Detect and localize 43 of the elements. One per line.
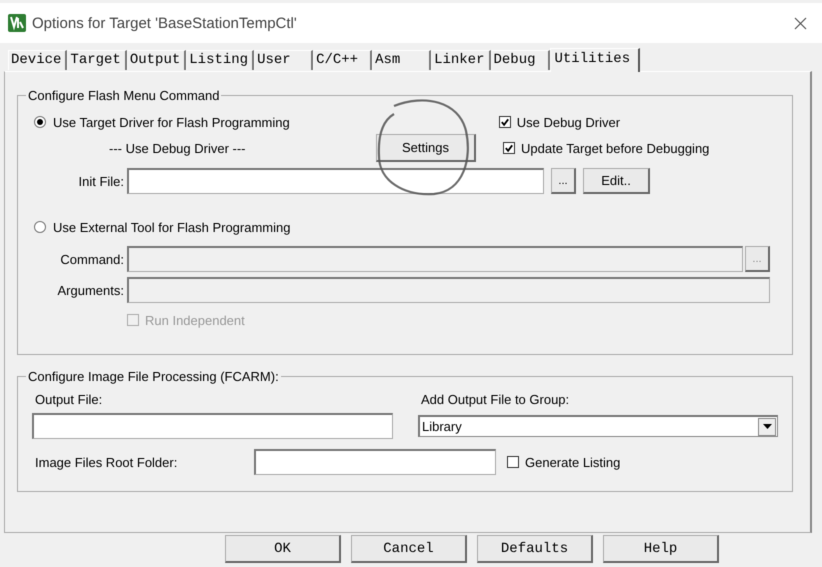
field-label: Add Output File to Group: <box>420 392 570 407</box>
app-logo-icon <box>8 14 26 32</box>
checkbox[interactable] <box>503 142 515 154</box>
dialog-button[interactable]: OK <box>225 535 341 563</box>
tab[interactable]: Linker <box>431 50 490 70</box>
tab[interactable]: Asm <box>372 50 432 70</box>
checkbox-label: Update Target before Debugging <box>521 140 710 156</box>
checkbox[interactable] <box>507 456 519 468</box>
tab[interactable]: Device <box>8 50 68 70</box>
group-dropdown[interactable]: Library <box>418 415 778 437</box>
radio-button[interactable] <box>34 221 46 233</box>
checkbox-label: Use Debug Driver <box>516 114 620 130</box>
field-label: Init File: <box>77 174 125 188</box>
driver-label: --- Use Debug Driver --- <box>109 140 247 156</box>
browse-button[interactable]: ... <box>551 168 576 194</box>
dialog-button[interactable]: Help <box>603 535 719 563</box>
tab[interactable]: Output <box>126 50 186 70</box>
init-file-field[interactable] <box>127 168 544 194</box>
dialog-button[interactable]: Defaults <box>477 535 593 563</box>
output-file-field[interactable] <box>32 413 393 439</box>
dialog-button[interactable]: Cancel <box>351 535 467 563</box>
checkbox[interactable] <box>498 116 511 128</box>
checkbox-label: Generate Listing <box>525 454 620 470</box>
settings-button[interactable]: Settings <box>376 134 476 162</box>
tab[interactable]: Utilities <box>550 48 640 72</box>
field-label: Output File: <box>34 392 104 407</box>
close-icon[interactable] <box>794 16 807 30</box>
radio-button[interactable] <box>34 116 46 128</box>
window-title: Options for Target 'BaseStationTempCtl' <box>32 14 298 32</box>
radio-label: Use Target Driver for Flash Programming <box>53 114 290 130</box>
root-folder-field[interactable] <box>254 449 496 475</box>
tab[interactable]: Target <box>67 50 127 70</box>
field-label: Arguments: <box>56 282 125 298</box>
group-title: Configure Image File Processing (FCARM): <box>27 369 280 384</box>
tab[interactable]: Listing <box>186 50 254 70</box>
field-label: Command: <box>59 252 125 266</box>
edit-button[interactable]: Edit.. <box>583 168 650 194</box>
checkbox-label: Run Independent <box>145 312 245 328</box>
group-title: Configure Flash Menu Command <box>27 88 220 103</box>
tab[interactable]: C/C++ <box>313 50 372 70</box>
radio-label: Use External Tool for Flash Programming <box>53 220 290 234</box>
field-label: Image Files Root Folder: <box>35 454 178 470</box>
tab[interactable]: User <box>254 50 314 70</box>
